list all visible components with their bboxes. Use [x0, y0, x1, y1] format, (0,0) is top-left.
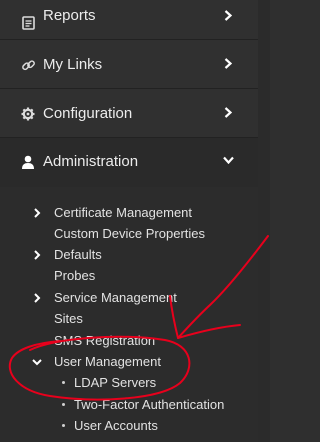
chevron-right-icon: [222, 106, 234, 118]
submenu-item-label: Two-Factor Authentication: [74, 397, 225, 412]
submenu-item-certificate-management[interactable]: Certificate Management: [0, 203, 258, 224]
submenu-item-label: Probes: [54, 268, 96, 283]
bullet-icon: [62, 381, 65, 384]
nav-item-label: Reports: [43, 7, 96, 24]
chevron-down-icon: [32, 359, 42, 366]
nav-item-label: Configuration: [43, 105, 133, 122]
submenu-item-two-factor-authentication[interactable]: Two-Factor Authentication: [0, 395, 258, 416]
administration-submenu: Certificate Management Custom Device Pro…: [0, 187, 258, 442]
submenu-item-label: LDAP Servers: [74, 375, 157, 390]
nav-item-label: Administration: [43, 153, 139, 170]
submenu-item-sites[interactable]: Sites: [0, 309, 258, 330]
submenu-item-label: SMS Registration: [54, 333, 156, 348]
user-icon: [20, 154, 36, 170]
sidebar-menu: Reports My Links Configuration Administr…: [0, 0, 270, 442]
bullet-icon: [62, 424, 65, 427]
chevron-right-icon: [34, 208, 41, 218]
submenu-item-label: Defaults: [54, 247, 102, 262]
submenu-item-custom-device-properties[interactable]: Custom Device Properties: [0, 224, 258, 245]
chevron-right-icon: [34, 293, 41, 303]
submenu-item-probes[interactable]: Probes: [0, 266, 258, 287]
chevron-right-icon: [222, 9, 234, 21]
chevron-right-icon: [222, 57, 234, 69]
submenu-item-user-management[interactable]: User Management: [0, 352, 258, 373]
submenu-item-sms-registration[interactable]: SMS Registration: [0, 331, 258, 352]
chevron-down-icon: [222, 154, 234, 166]
nav-item-administration[interactable]: Administration: [0, 138, 258, 186]
nav-item-configuration[interactable]: Configuration: [0, 89, 258, 138]
scrollbar-track[interactable]: [258, 0, 270, 442]
bullet-icon: [62, 403, 65, 406]
submenu-item-label: User Accounts: [74, 418, 158, 433]
chevron-right-icon: [34, 250, 41, 260]
submenu-item-user-accounts[interactable]: User Accounts: [0, 416, 258, 437]
submenu-item-service-management[interactable]: Service Management: [0, 288, 258, 309]
submenu-item-ldap-servers[interactable]: LDAP Servers: [0, 373, 258, 394]
submenu-item-label: Certificate Management: [54, 205, 193, 220]
submenu-item-label: Service Management: [54, 290, 177, 305]
submenu-item-label: Sites: [54, 311, 83, 326]
nav-item-label: My Links: [43, 56, 103, 73]
submenu-item-defaults[interactable]: Defaults: [0, 245, 258, 266]
gear-icon: [20, 106, 36, 122]
document-icon: [20, 15, 36, 31]
submenu-item-label: User Management: [54, 354, 161, 369]
nav-item-reports[interactable]: Reports: [0, 0, 258, 40]
nav-item-my-links[interactable]: My Links: [0, 40, 258, 89]
submenu-item-label: Custom Device Properties: [54, 226, 205, 241]
link-icon: [20, 57, 36, 73]
